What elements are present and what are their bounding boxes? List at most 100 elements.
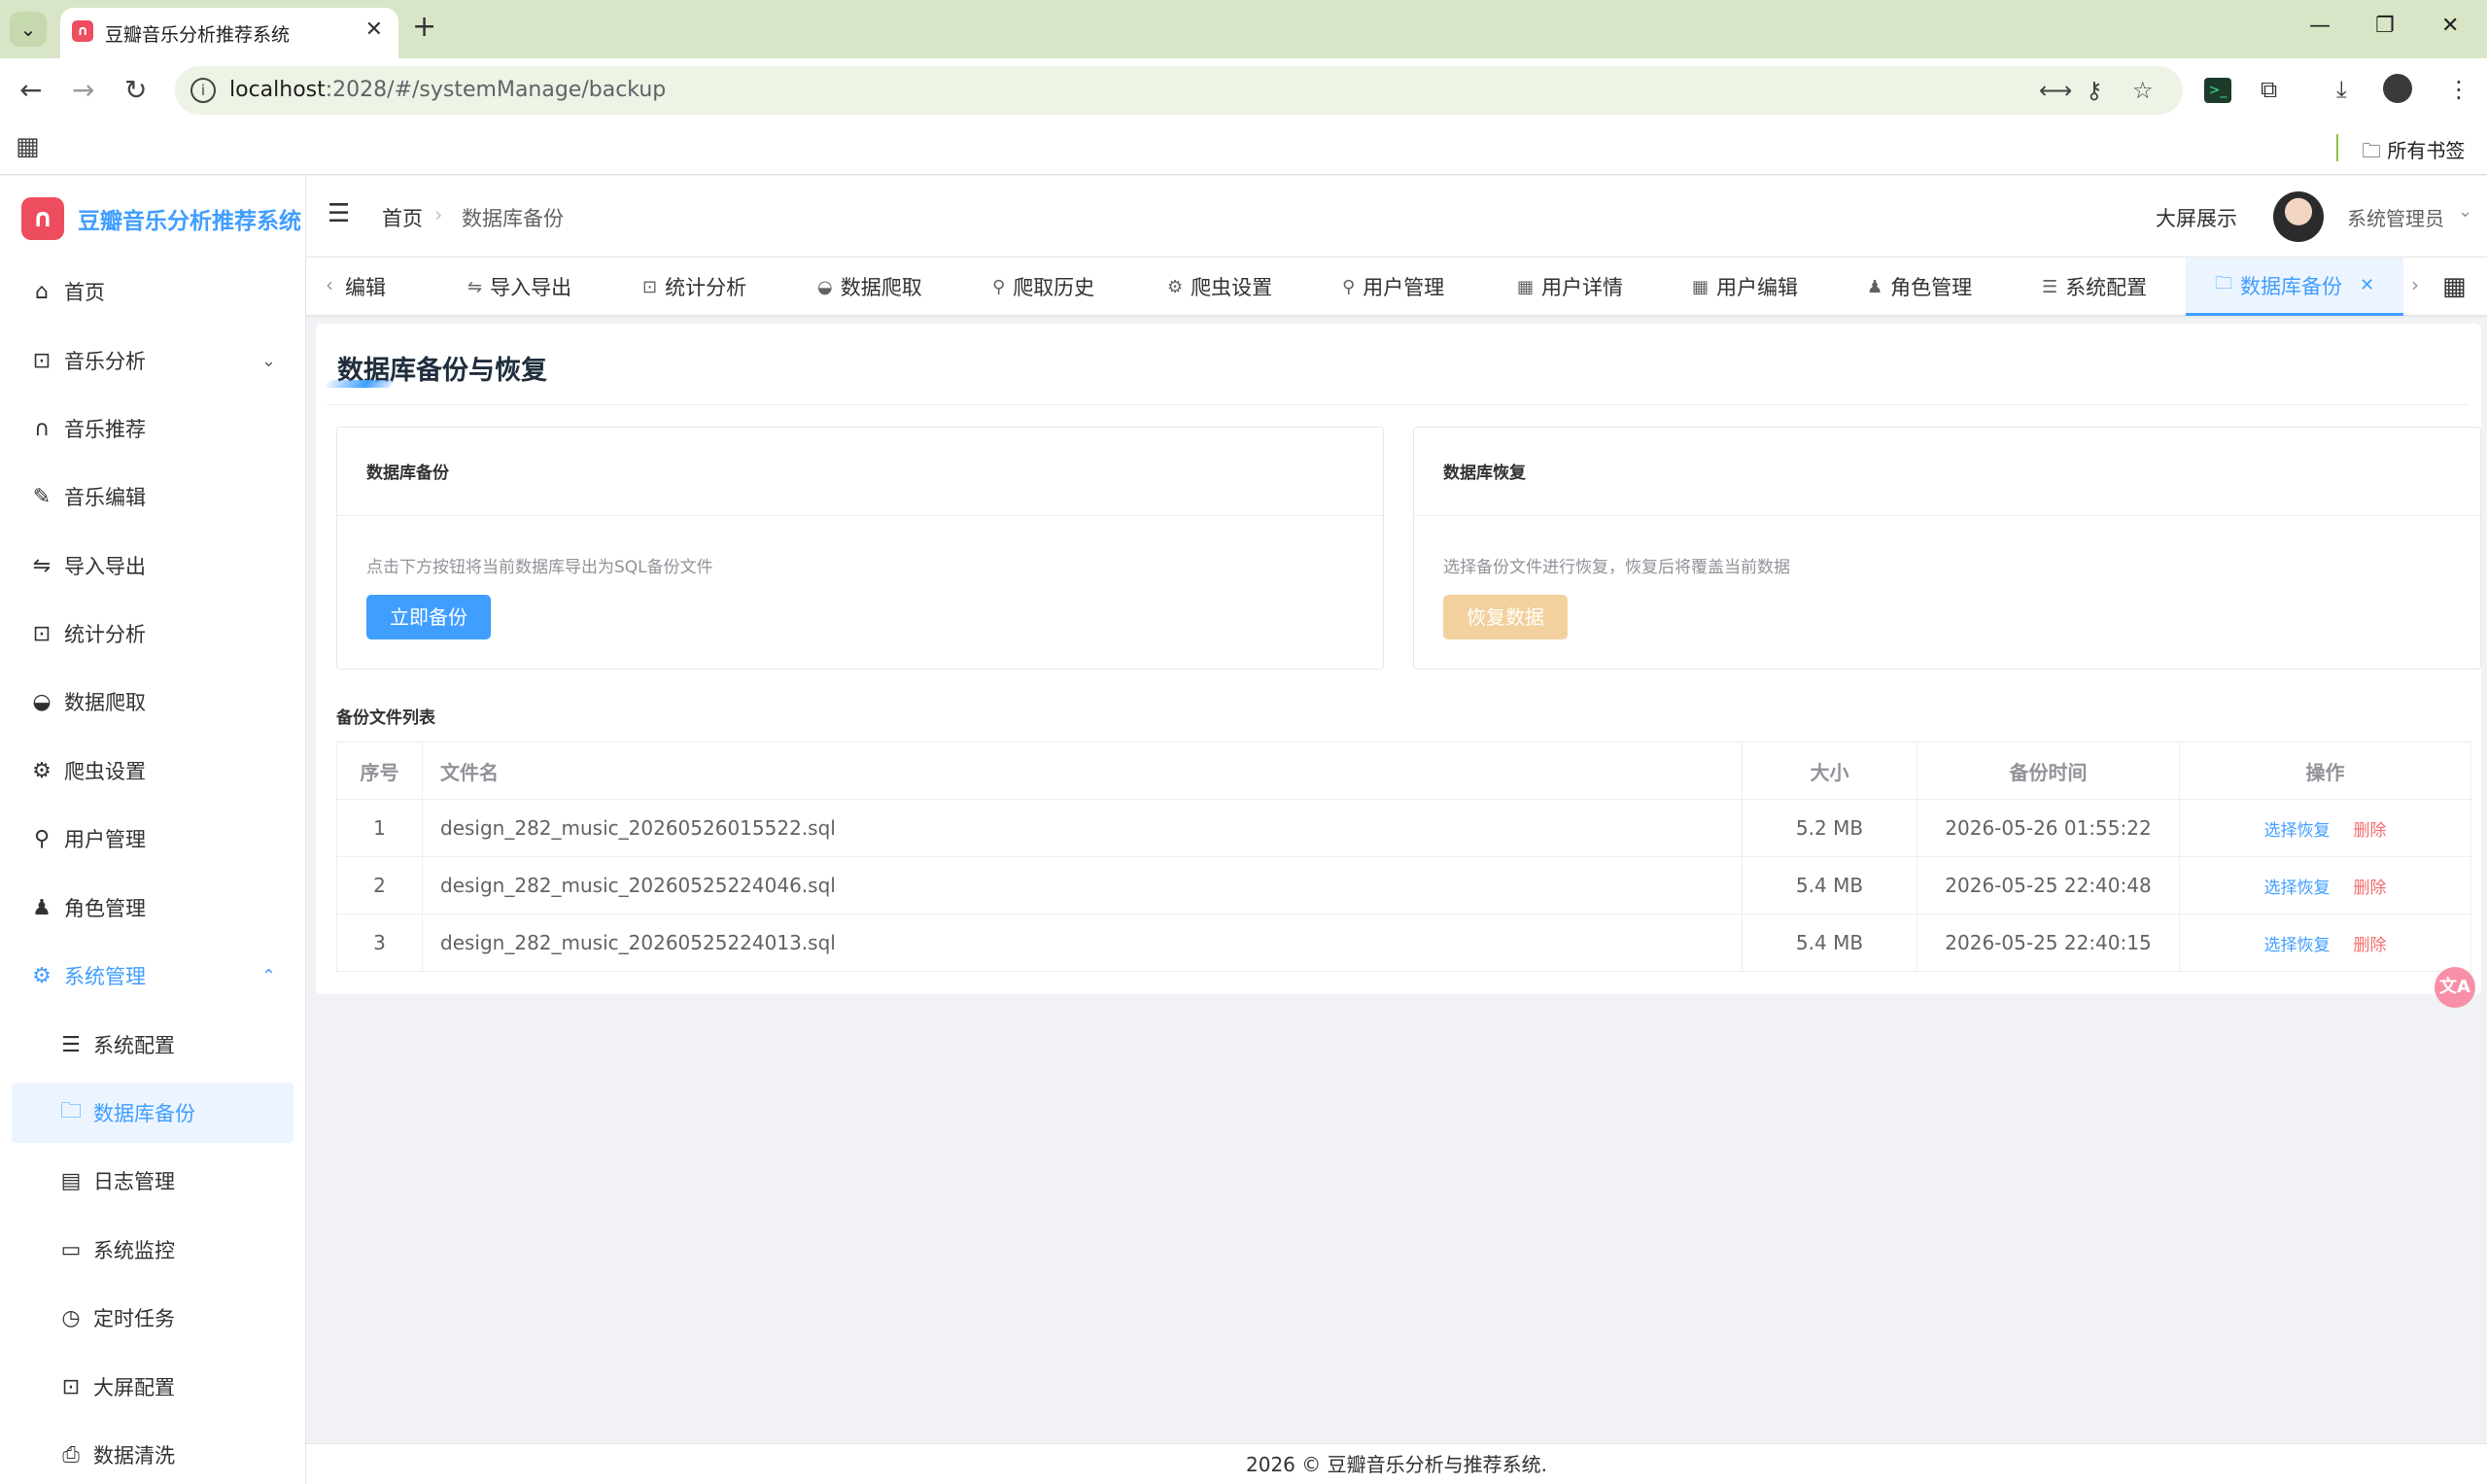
footer: 2026 © 豆瓣音乐分析与推荐系统. (306, 1443, 2487, 1484)
apps-grid-icon[interactable]: ▦ (16, 132, 40, 161)
tag-user-edit[interactable]: ▦ 用户编辑 (1692, 258, 1798, 316)
tag-crawl[interactable]: ◒ 数据爬取 (817, 258, 922, 316)
tags-view: ‹ 编辑 ⇋ 导入导出 ⊡ 统计分析 ◒ 数据爬取 ⚲ 爬取历史 ⚙ 爬虫设置 ⚲ 用户管理… (306, 258, 2487, 316)
tag-db-backup[interactable]: 🗀 数据库备份 ✕ (2186, 258, 2404, 316)
bookmarks-divider (2336, 134, 2338, 161)
sidebar-item-users[interactable]: ⚲ 用户管理 (12, 809, 294, 869)
tag-import-export[interactable]: ⇋ 导入导出 (467, 258, 571, 316)
tag-system-config[interactable]: ☰ 系统配置 (2042, 258, 2147, 316)
sidebar-item-system-manage[interactable]: ⚙ 系统管理 ⌃ (12, 946, 294, 1006)
sidebar-item-monitor[interactable]: ▭ 系统监控 (12, 1220, 294, 1280)
sidebar-item-big-screen-config[interactable]: ⊡ 大屏配置 (12, 1357, 294, 1417)
divider (1414, 515, 2480, 516)
info-icon[interactable]: i (190, 78, 216, 103)
close-icon[interactable]: ✕ (2360, 275, 2374, 295)
column-header: 文件名 (422, 742, 1743, 800)
breadcrumb-current: 数据库备份 (462, 207, 564, 230)
terminal-icon[interactable]: >_ (2204, 78, 2231, 103)
sidebar-item-home[interactable]: ⌂ 首页 (12, 261, 294, 322)
sidebar-item-logs[interactable]: ▤ 日志管理 (12, 1151, 294, 1211)
bookmarks-bar: ▦ 🗀 所有书签 (0, 122, 2487, 175)
restore-panel: 数据库恢复 选择备份文件进行恢复，恢复后将覆盖当前数据 恢复数据 (1413, 427, 2481, 670)
backup-time: 2026-05-25 22:40:15 (1917, 914, 2180, 972)
translate-float-icon[interactable]: 文A (2435, 967, 2475, 1008)
url-text[interactable]: localhost:2028/#/systemManage/backup (229, 78, 666, 102)
chevron-left-icon[interactable]: ‹ (326, 273, 333, 296)
sidebar-item-music-edit[interactable]: ✎ 音乐编辑 (12, 466, 294, 527)
reload-icon[interactable]: ↻ (124, 74, 147, 106)
backup-now-button[interactable]: 立即备份 (366, 595, 491, 639)
tag-crawl-history[interactable]: ⚲ 爬取历史 (992, 258, 1094, 316)
browser-toolbar: ← → ↻ i localhost:2028/#/systemManage/ba… (0, 58, 2487, 122)
table-row: 2 design_282_music_20260525224046.sql 5.… (336, 856, 2471, 915)
chevron-right-icon[interactable]: › (2411, 273, 2419, 296)
tag-user-detail[interactable]: ▦ 用户详情 (1517, 258, 1623, 316)
chevron-down-icon[interactable]: ⌄ (2458, 201, 2472, 222)
menu-dots-icon[interactable]: ⋮ (2447, 76, 2470, 103)
key-icon[interactable]: ⚷ (2086, 77, 2103, 104)
table-row: 1 design_282_music_20260526015522.sql 5.… (336, 799, 2471, 857)
sidebar-item-system-config[interactable]: ☰ 系统配置 (12, 1015, 294, 1075)
delete-link[interactable]: 删除 (2354, 879, 2387, 898)
browser-tab[interactable]: ∩ 豆瓣音乐分析推荐系统 ✕ (60, 8, 398, 58)
breadcrumb-home[interactable]: 首页 (382, 203, 423, 232)
sidebar-item-data-cleaning[interactable]: ⎙ 数据清洗 (12, 1425, 294, 1484)
restore-icon[interactable]: ❐ (2375, 14, 2395, 38)
sidebar-item-music-analysis[interactable]: ⊡ 音乐分析 ⌄ (12, 330, 294, 391)
sidebar-item-crawler-settings[interactable]: ⚙ 爬虫设置 (12, 741, 294, 801)
headphones-icon: ∩ (72, 20, 93, 42)
sidebar-item-import-export[interactable]: ⇋ 导入导出 (12, 535, 294, 596)
download-icon[interactable]: ⤓ (2336, 76, 2347, 103)
tag-users[interactable]: ⚲ 用户管理 (1342, 258, 1444, 316)
sidebar-item-music-recommend[interactable]: ∩ 音乐推荐 (12, 398, 294, 459)
extensions-icon[interactable]: ⧉ (2261, 76, 2277, 103)
sliders-icon: ☰ (2042, 276, 2058, 297)
headphones-icon: ∩ (33, 416, 51, 441)
sidebar-item-roles[interactable]: ♟ 角色管理 (12, 878, 294, 938)
app-logo: ∩ (21, 197, 64, 240)
delete-link[interactable]: 删除 (2354, 936, 2387, 955)
translate-icon[interactable]: ⟷ (2039, 77, 2072, 104)
select-restore-link[interactable]: 选择恢复 (2264, 936, 2331, 955)
divider (328, 404, 2470, 405)
tag-edit[interactable]: 编辑 (345, 258, 386, 316)
select-restore-link[interactable]: 选择恢复 (2264, 879, 2331, 898)
select-restore-link[interactable]: 选择恢复 (2264, 821, 2331, 841)
sliders-icon: ☰ (61, 1032, 81, 1057)
delete-link[interactable]: 删除 (2354, 821, 2387, 841)
address-bar[interactable]: i localhost:2028/#/systemManage/backup ⟷… (175, 66, 2183, 115)
close-window-icon[interactable]: ✕ (2441, 14, 2459, 38)
backup-panel-title: 数据库备份 (366, 464, 449, 483)
big-screen-link[interactable]: 大屏展示 (2156, 203, 2237, 232)
sidebar-item-statistics[interactable]: ⊡ 统计分析 (12, 604, 294, 664)
sidebar-item-db-backup[interactable]: 🗀 数据库备份 (12, 1083, 294, 1143)
app-title: 豆瓣音乐分析推荐系统 (78, 209, 301, 234)
backup-panel: 数据库备份 点击下方按钮将当前数据库导出为SQL备份文件 立即备份 (336, 427, 1384, 670)
minimize-icon[interactable]: — (2309, 14, 2331, 38)
gear-icon: ⚙ (1167, 276, 1184, 297)
all-bookmarks[interactable]: 🗀 所有书签 (2362, 135, 2465, 170)
tag-roles[interactable]: ♟ 角色管理 (1867, 258, 1972, 316)
home-icon: ⌂ (35, 279, 49, 304)
new-tab-button[interactable]: + (412, 10, 436, 44)
username[interactable]: 系统管理员 (2347, 203, 2444, 231)
tag-statistics[interactable]: ⊡ 统计分析 (642, 258, 746, 316)
sidebar: ∩ 豆瓣音乐分析推荐系统 ⌂ 首页 ⊡ 音乐分析 ⌄ ∩ 音乐推荐 ✎ 音乐编辑 ⇋ 导入… (0, 176, 306, 1484)
sidebar-item-crawl[interactable]: ◒ 数据爬取 (12, 672, 294, 732)
forward-icon[interactable]: → (72, 74, 94, 106)
hamburger-icon[interactable]: ☰ (328, 199, 350, 228)
row-actions: 选择恢复 删除 (2179, 799, 2471, 857)
grid-icon: ▦ (1692, 276, 1710, 297)
star-icon[interactable]: ☆ (2132, 77, 2154, 104)
column-header: 大小 (1742, 742, 1917, 800)
grid-icon[interactable]: ▦ (2442, 272, 2467, 301)
back-icon[interactable]: ← (19, 74, 42, 106)
tab-search-button[interactable]: ⌄ (10, 12, 47, 47)
restore-data-button[interactable]: 恢复数据 (1443, 595, 1568, 639)
title-accent (325, 380, 395, 388)
close-icon[interactable]: ✕ (365, 17, 383, 42)
profile-avatar[interactable] (2383, 74, 2412, 103)
tag-crawler-settings[interactable]: ⚙ 爬虫设置 (1167, 258, 1272, 316)
sidebar-item-scheduled-tasks[interactable]: ◷ 定时任务 (12, 1288, 294, 1348)
avatar[interactable] (2273, 191, 2324, 242)
